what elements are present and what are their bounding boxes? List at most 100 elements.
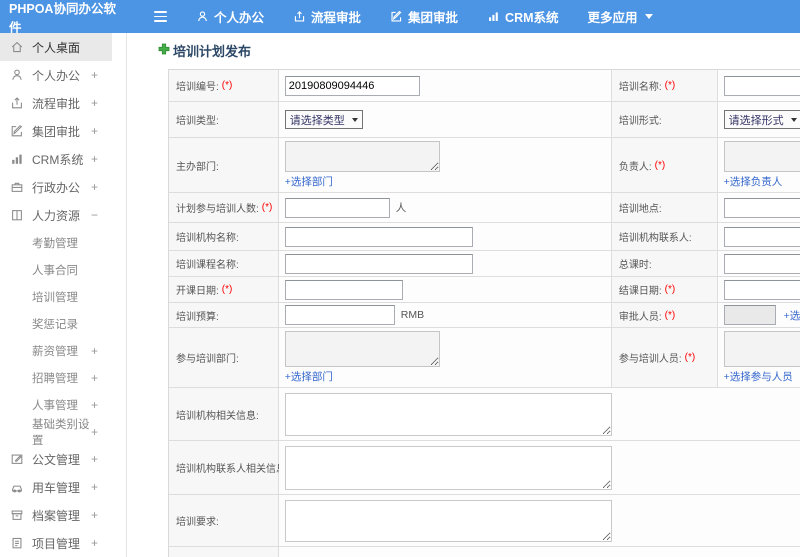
briefcase-icon [10, 180, 25, 195]
sidebar-sub-label: 人事合同 [32, 264, 78, 277]
expand-sign[interactable]: + [91, 480, 98, 494]
sidebar-item-project-mgmt[interactable]: 项目管理 + [0, 529, 112, 557]
expand-sign[interactable]: + [91, 344, 98, 358]
sidebar-sub-personnel-mgmt[interactable]: 人事管理 + [0, 391, 112, 418]
participating-departments-textarea[interactable] [284, 331, 440, 367]
training-name-input[interactable] [723, 75, 800, 96]
expand-sign[interactable]: + [91, 425, 98, 439]
institution-contact-input[interactable] [723, 226, 800, 247]
form-row: 培训机构联系人相关信息: [169, 441, 800, 495]
institution-contact-info-textarea[interactable] [285, 445, 612, 490]
chart-icon [10, 152, 25, 167]
start-date-input[interactable] [284, 279, 403, 300]
doc-icon [10, 452, 25, 467]
expand-sign[interactable]: + [91, 96, 98, 110]
caret-down-icon [644, 14, 653, 19]
main-content: 培训计划发布 培训编号: (*) 培训名称: (*) [128, 33, 800, 557]
field-label: 培训形式: [611, 102, 718, 137]
sidebar-item-personal-desktop[interactable]: 个人桌面 [0, 33, 112, 61]
sidebar-item-group-approval[interactable]: 集团审批 + [0, 117, 112, 145]
sidebar-sub-training-mgmt[interactable]: 培训管理 [0, 283, 112, 310]
book-icon [10, 208, 25, 223]
expand-sign[interactable]: + [91, 452, 98, 466]
expand-sign[interactable]: + [91, 180, 98, 194]
nav-group-approval[interactable]: 集团审批 [390, 7, 458, 26]
field-cell: +选择审批人员 [717, 303, 800, 327]
field-cell: RMB [278, 303, 612, 327]
sidebar-item-label: 档案管理 [32, 508, 81, 523]
sidebar-item-human-resources[interactable]: 人力资源 − [0, 201, 112, 229]
nav-more-apps[interactable]: 更多应用 [588, 7, 653, 26]
hamburger-menu-icon[interactable] [154, 11, 167, 22]
end-date-input[interactable] [723, 279, 800, 300]
training-budget-input[interactable] [284, 305, 395, 325]
form-row: 培训要求: [169, 495, 800, 547]
sidebar-sub-base-category[interactable]: 基础类别设置 + [0, 418, 112, 447]
approver-input[interactable] [723, 305, 776, 325]
host-department-textarea[interactable] [284, 141, 440, 172]
select-department-link[interactable]: +选择部门 [285, 369, 333, 384]
user-icon [10, 68, 25, 83]
expand-sign[interactable]: + [91, 508, 98, 522]
sidebar-sub-attendance[interactable]: 考勤管理 [0, 229, 112, 256]
sidebar-item-official-doc[interactable]: 公文管理 + [0, 445, 112, 473]
brand-logo: PHPOA协同办公软件 [9, 1, 116, 35]
course-name-input[interactable] [284, 253, 473, 274]
field-cell [278, 495, 800, 546]
expand-sign[interactable]: + [91, 124, 98, 138]
project-icon [10, 536, 25, 551]
sidebar-sub-recruit-mgmt[interactable]: 招聘管理 + [0, 364, 112, 391]
planned-participants-input[interactable] [284, 197, 390, 218]
nav-crm-system[interactable]: CRM系统 [487, 7, 559, 26]
field-label: 开课日期: (*) [169, 277, 279, 302]
field-cell: +选择负责人 [717, 138, 800, 192]
select-participants-link[interactable]: +选择参与人员 [724, 369, 793, 384]
nav-personal-office[interactable]: 个人办公 [196, 7, 264, 26]
participating-persons-textarea[interactable] [723, 331, 800, 367]
field-label: 培训要求: [169, 495, 279, 546]
select-department-link[interactable]: +选择部门 [285, 174, 333, 189]
form-row: 培训编号: (*) 培训名称: (*) [169, 70, 800, 102]
archive-icon [10, 508, 25, 523]
sidebar-item-admin-office[interactable]: 行政办公 + [0, 173, 112, 201]
expand-sign[interactable]: + [91, 152, 98, 166]
sidebar-item-vehicle-mgmt[interactable]: 用车管理 + [0, 473, 112, 501]
expand-sign[interactable]: + [91, 371, 98, 385]
responsible-person-textarea[interactable] [723, 141, 800, 172]
sidebar-item-crm[interactable]: CRM系统 + [0, 145, 112, 173]
caret-down-icon [351, 117, 358, 122]
form-row: 培训机构相关信息: [169, 388, 800, 441]
select-responsible-link[interactable]: +选择负责人 [724, 174, 783, 189]
nav-process-approval[interactable]: 流程审批 [293, 7, 361, 26]
select-approver-link[interactable]: +选择审批人员 [784, 308, 800, 323]
institution-info-textarea[interactable] [284, 392, 612, 436]
total-hours-input[interactable] [723, 253, 800, 274]
sidebar-sub-salary-mgmt[interactable]: 薪资管理 + [0, 337, 112, 364]
training-form-select[interactable]: 请选择形式 [723, 110, 800, 129]
expand-sign[interactable]: − [91, 208, 98, 222]
institution-name-input[interactable] [284, 226, 473, 247]
training-requirements-textarea[interactable] [284, 499, 612, 542]
form-row: 计划参与培训人数: (*) 人 培训地点: [169, 193, 800, 223]
field-cell [717, 277, 800, 302]
sidebar-item-personal-office[interactable]: 个人办公 + [0, 61, 112, 89]
sidebar-item-label: 人力资源 [32, 208, 81, 223]
sidebar-item-process-approval[interactable]: 流程审批 + [0, 89, 112, 117]
training-type-select[interactable]: 请选择类型 [284, 110, 363, 129]
training-plan-form: 培训编号: (*) 培训名称: (*) 培训类型: [168, 69, 800, 557]
form-row: 培训课程名称: 总课时: [169, 251, 800, 277]
sidebar-item-label: 用车管理 [32, 480, 81, 495]
expand-sign[interactable]: + [91, 398, 98, 412]
sidebar-sub-label: 奖惩记录 [32, 318, 78, 331]
training-number-input[interactable] [284, 75, 420, 96]
sidebar-item-archive-mgmt[interactable]: 档案管理 + [0, 501, 112, 529]
sidebar-sub-hr-contract[interactable]: 人事合同 [0, 256, 112, 283]
field-label: 培训地点: [611, 193, 718, 222]
form-row: 培训预算: RMB 审批人员: (*) +选择审批人员 [169, 303, 800, 328]
expand-sign[interactable]: + [91, 536, 98, 550]
expand-sign[interactable]: + [91, 68, 98, 82]
field-label: 培训名称: (*) [611, 70, 718, 101]
sidebar-sub-reward-record[interactable]: 奖惩记录 [0, 310, 112, 337]
app-window: PHPOA协同办公软件 个人办公 流程审批 集团审批 CRM系统 更多应用 个人… [0, 0, 800, 557]
training-location-input[interactable] [723, 197, 800, 218]
